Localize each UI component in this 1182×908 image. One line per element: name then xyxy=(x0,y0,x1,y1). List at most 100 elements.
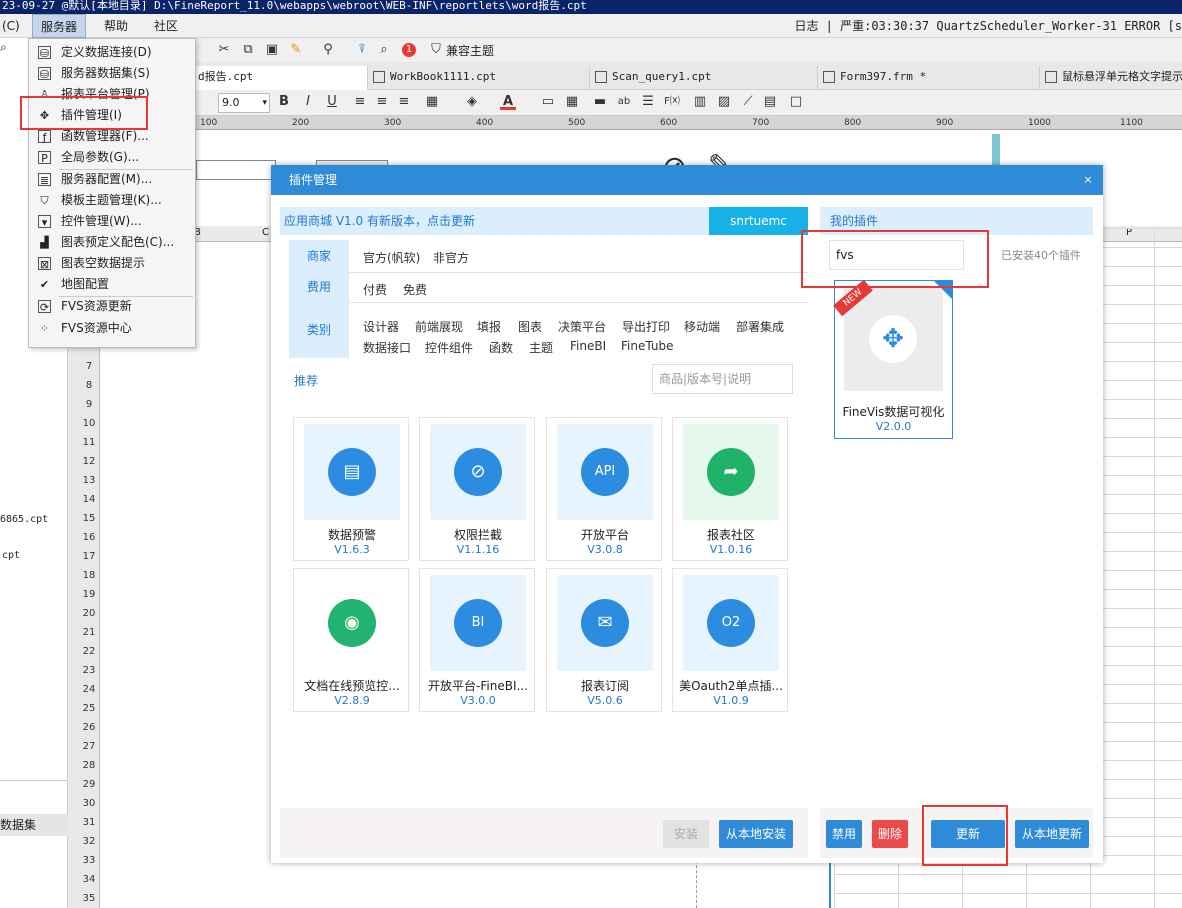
menu-chart-empty-hint[interactable]: ⊠ 图表空数据提示 xyxy=(29,253,195,274)
filter-option[interactable]: 图表 xyxy=(518,318,542,335)
font-size-select[interactable]: 9.0 ▾ xyxy=(218,93,270,113)
search-icon[interactable]: ⌕ xyxy=(0,40,7,55)
bold-icon[interactable]: B xyxy=(276,94,292,110)
paste-icon[interactable]: ▣ xyxy=(264,42,280,58)
plugin-card[interactable]: O2 美Oauth2单点插... V1.0.9 xyxy=(672,568,788,712)
highlight-plugin-menu xyxy=(20,96,148,130)
tab-scan-query[interactable]: Scan_query1.cpt xyxy=(590,66,818,90)
debug-icon[interactable]: ⍒ xyxy=(354,42,370,58)
label-icon[interactable]: ab xyxy=(616,94,632,110)
preview-icon[interactable]: ⚲ xyxy=(320,42,336,58)
align-center-icon[interactable]: ≡ xyxy=(374,94,390,110)
filter-option[interactable]: FineTube xyxy=(621,339,673,353)
recommend-label[interactable]: 推荐 xyxy=(294,372,318,389)
align-left-icon[interactable]: ≡ xyxy=(352,94,368,110)
global-param-icon: P xyxy=(38,151,51,165)
italic-icon[interactable]: I xyxy=(300,94,316,110)
filter-option[interactable]: 函数 xyxy=(489,339,513,356)
local-install-button[interactable]: 从本地安装 xyxy=(719,820,793,848)
frame-icon[interactable]: □ xyxy=(788,94,804,110)
theme-shirt-icon[interactable]: ⛉ xyxy=(428,42,444,58)
cut-icon[interactable]: ✂ xyxy=(216,42,232,58)
param-box[interactable] xyxy=(196,160,276,180)
store-update-link[interactable]: 有新版本，点击更新 xyxy=(367,214,475,228)
close-icon[interactable]: × xyxy=(1081,173,1095,187)
menu-theme-management[interactable]: ⛉ 模板主题管理(K)... xyxy=(29,190,195,211)
inspect-icon[interactable]: ⌕ xyxy=(376,42,392,58)
file-item[interactable]: cpt xyxy=(2,550,20,561)
menu-item-community[interactable]: 社区 xyxy=(146,14,186,38)
filter-divider xyxy=(349,272,808,273)
tab-tooltip[interactable]: ✕ 鼠标悬浮单元格文字提示 xyxy=(1040,66,1182,90)
filter-option[interactable]: 付费 xyxy=(363,281,387,298)
filter-option[interactable]: 移动端 xyxy=(684,318,720,335)
menu-item-server[interactable]: 服务器 xyxy=(32,14,87,38)
store-search-input[interactable]: 商品|版本号|说明 xyxy=(652,364,793,394)
compat-theme-label[interactable]: 兼容主题 xyxy=(446,42,494,59)
filter-option[interactable]: FineBI xyxy=(570,339,606,353)
formula-icon[interactable]: F⒳ xyxy=(664,94,680,110)
chart-icon[interactable]: ▥ xyxy=(692,94,708,110)
disable-button[interactable]: 禁用 xyxy=(826,820,862,848)
fill-color-icon[interactable]: ◈ xyxy=(464,94,480,110)
plugin-version: V1.6.3 xyxy=(334,543,370,556)
filter-option[interactable]: 官方(帆软) xyxy=(363,249,420,266)
install-button[interactable]: 安装 xyxy=(663,820,709,848)
filter-option[interactable]: 决策平台 xyxy=(558,318,606,335)
filter-option[interactable]: 设计器 xyxy=(363,318,399,335)
menu-fvs-center[interactable]: ⁘ FVS资源中心 xyxy=(29,318,195,339)
log-status[interactable]: 日志 | 严重:03:30:37 QuartzScheduler_Worker-… xyxy=(794,14,1182,38)
filter-option[interactable]: 部署集成 xyxy=(736,318,784,335)
dialog-title-bar[interactable]: 插件管理 xyxy=(271,165,1103,195)
align-right-icon[interactable]: ≡ xyxy=(396,94,412,110)
tab-label: 鼠标悬浮单元格文字提示 xyxy=(1062,70,1182,83)
merge-icon[interactable]: ▭ xyxy=(540,94,556,110)
my-plugin-card[interactable]: ✥ NEW FineVis数据可视化 V2.0.0 xyxy=(833,279,953,439)
text-field-icon[interactable]: ▬ xyxy=(592,94,608,110)
plugin-card[interactable]: API 开放平台 V3.0.8 xyxy=(546,417,662,561)
plugin-card[interactable]: ✉ 报表订阅 V5.0.6 xyxy=(546,568,662,712)
slash-icon[interactable]: ⟋ xyxy=(740,94,756,110)
font-color-icon[interactable]: A xyxy=(500,94,516,110)
plugin-card[interactable]: ⊘ 权限拦截 V1.1.16 xyxy=(419,417,535,561)
filter-option[interactable]: 导出打印 xyxy=(622,318,670,335)
menu-chart-colors[interactable]: ▟ 图表预定义配色(C)... xyxy=(29,232,195,253)
local-update-button[interactable]: 从本地更新 xyxy=(1015,820,1089,848)
copy-icon[interactable]: ⧉ xyxy=(240,42,256,58)
filter-option[interactable]: 主题 xyxy=(529,339,553,356)
underline-icon[interactable]: U xyxy=(324,94,340,110)
border-icon[interactable]: ▦ xyxy=(424,94,440,110)
menu-server-config[interactable]: ≣ 服务器配置(M)... xyxy=(29,169,195,190)
tab-form397[interactable]: Form397.frm * xyxy=(818,66,1040,90)
format-brush-icon[interactable]: ✎ xyxy=(288,42,304,58)
filter-option[interactable]: 填报 xyxy=(477,318,501,335)
plugin-card[interactable]: ◉ 文档在线预览控... V2.8.9 xyxy=(293,568,409,712)
notification-badge[interactable]: 1 xyxy=(402,43,416,57)
account-button[interactable]: snrtuemc xyxy=(709,207,808,235)
file-item[interactable]: 6865.cpt xyxy=(0,514,48,525)
filter-option[interactable]: 前端展现 xyxy=(415,318,463,335)
filter-option[interactable]: 控件组件 xyxy=(425,339,473,356)
dataset-tab[interactable]: 数据集 xyxy=(0,814,68,836)
delete-button[interactable]: 删除 xyxy=(872,820,908,848)
plugin-card[interactable]: ➦ 报表社区 V1.0.16 xyxy=(672,417,788,561)
menu-server-dataset[interactable]: ⛁ 服务器数据集(S) xyxy=(29,63,195,84)
filter-option[interactable]: 免费 xyxy=(403,281,427,298)
menu-fvs-update[interactable]: ⟳ FVS资源更新 xyxy=(29,296,195,317)
grid-icon[interactable]: ▦ xyxy=(564,94,580,110)
menu-map-config[interactable]: ✔ 地图配置 xyxy=(29,274,195,295)
paragraph-icon[interactable]: ☰ xyxy=(640,94,656,110)
menu-item-help[interactable]: 帮助 xyxy=(96,14,136,38)
tab-workbook[interactable]: WorkBook1111.cpt xyxy=(368,66,590,90)
menu-global-params[interactable]: P 全局参数(G)... xyxy=(29,147,195,168)
filter-option[interactable]: 非官方 xyxy=(433,249,469,266)
plugin-card[interactable]: BI 开放平台-FineBI... V3.0.0 xyxy=(419,568,535,712)
menu-define-data-connection[interactable]: ⛁ 定义数据连接(D) xyxy=(29,42,195,63)
menu-item-partial[interactable]: (C) xyxy=(0,14,28,38)
image-icon[interactable]: ▨ xyxy=(716,94,732,110)
subreport-icon[interactable]: ▤ xyxy=(762,94,778,110)
menu-widget-management[interactable]: ▾ 控件管理(W)... xyxy=(29,211,195,232)
tab-word-report[interactable]: d报告.cpt xyxy=(196,66,368,90)
plugin-card[interactable]: ▤ 数据预警 V1.6.3 xyxy=(293,417,409,561)
filter-option[interactable]: 数据接口 xyxy=(363,339,411,356)
